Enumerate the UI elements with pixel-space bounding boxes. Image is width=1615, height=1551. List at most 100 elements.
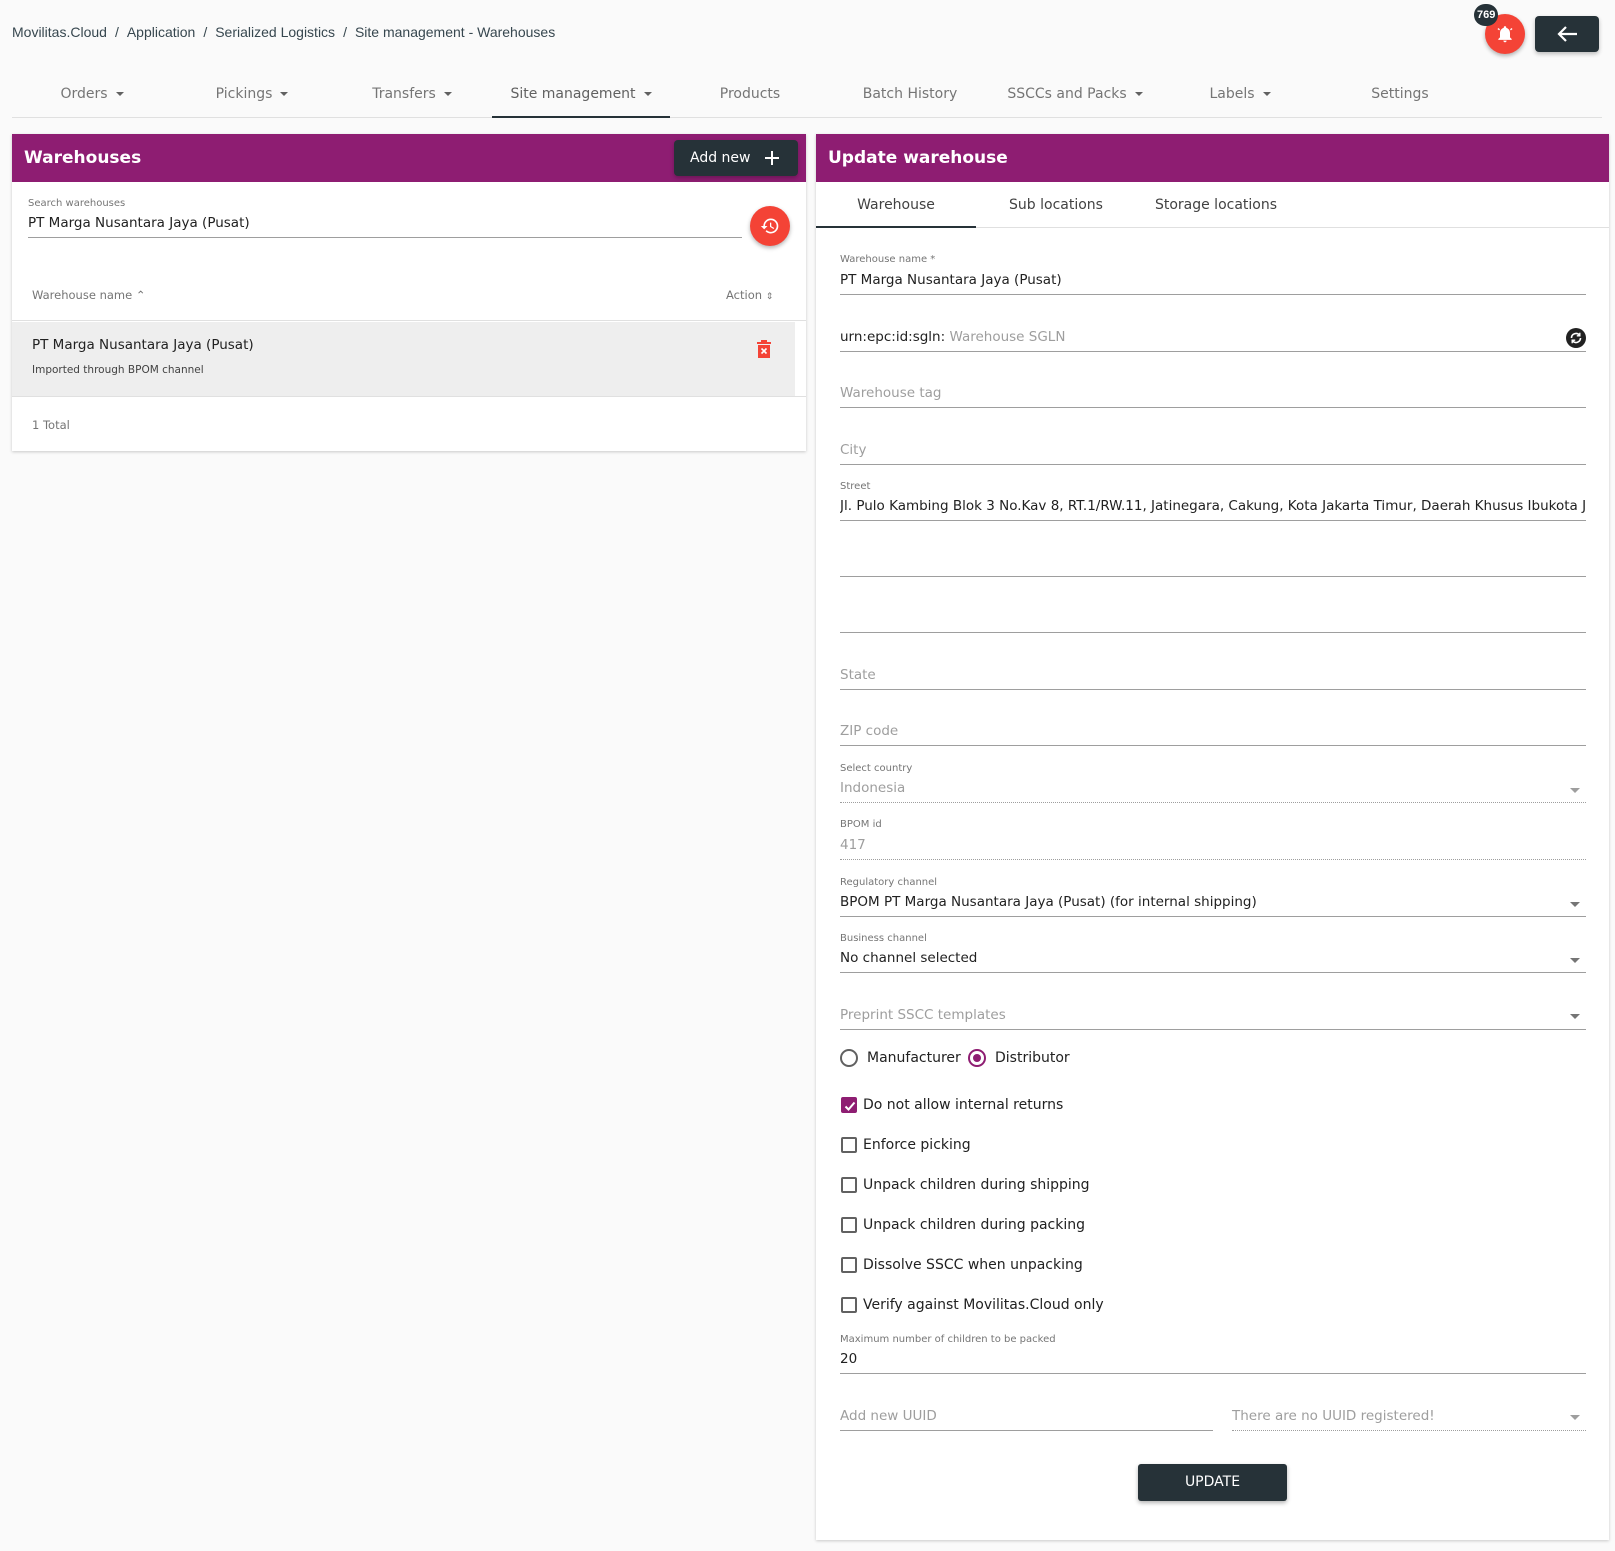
reset-search-button[interactable] <box>750 206 790 246</box>
tab-storage-locations[interactable]: Storage locations <box>1136 182 1296 228</box>
field-underline <box>840 972 1586 973</box>
chevron-down-icon <box>1570 788 1580 793</box>
field-underline <box>840 1430 1213 1431</box>
regulatory-channel-select[interactable]: BPOM PT Marga Nusantara Jaya (Pusat) (fo… <box>840 894 1560 910</box>
tab-pickings[interactable]: Pickings <box>172 76 332 118</box>
field-underline <box>1232 1430 1586 1431</box>
street-line-2[interactable] <box>840 576 1586 577</box>
add-new-button[interactable]: Add new <box>674 140 798 176</box>
field-underline <box>840 1029 1586 1030</box>
bell-icon <box>1497 26 1513 43</box>
chevron-down-icon[interactable] <box>1570 958 1580 963</box>
tab-orders[interactable]: Orders <box>12 76 172 118</box>
max-children-input[interactable]: 20 <box>840 1351 857 1367</box>
sync-icon[interactable] <box>1566 328 1586 348</box>
street-input[interactable]: Jl. Pulo Kambing Blok 3 No.Kav 8, RT.1/R… <box>840 498 1586 514</box>
warehouses-header: Warehouses Add new <box>12 134 806 182</box>
checkbox-label: Unpack children during packing <box>863 1217 1085 1233</box>
column-header-warehouse-name[interactable]: Warehouse name ⌃ <box>32 288 145 302</box>
search-underline <box>28 237 742 238</box>
field-underline <box>840 745 1586 746</box>
checkbox-enforce-picking[interactable] <box>841 1137 857 1153</box>
delete-icon[interactable] <box>757 340 771 358</box>
tab-label: Transfers <box>372 86 436 102</box>
plus-icon <box>765 151 779 165</box>
sgln-input[interactable]: urn:epc:id:sgln: Warehouse SGLN <box>840 329 1065 345</box>
row-divider <box>12 396 806 397</box>
radio-distributor[interactable] <box>968 1049 986 1067</box>
caret-down-icon <box>443 92 452 96</box>
country-select: Indonesia <box>840 780 906 796</box>
tab-products[interactable]: Products <box>670 76 830 118</box>
tab-ssccs-and-packs[interactable]: SSCCs and Packs <box>990 76 1160 118</box>
breadcrumb-item-application[interactable]: Application <box>127 24 196 40</box>
breadcrumb-item-current: Site management - Warehouses <box>354 24 556 40</box>
street-line-3[interactable] <box>840 632 1586 633</box>
add-new-label: Add new <box>690 150 751 166</box>
tab-transfers[interactable]: Transfers <box>332 76 492 118</box>
tab-label: Site management <box>510 86 636 102</box>
back-button[interactable] <box>1535 16 1599 52</box>
column-label: Action <box>726 288 763 302</box>
bpom-id-input: 417 <box>840 837 866 853</box>
caret-down-icon <box>1262 92 1271 96</box>
business-channel-label: Business channel <box>840 933 927 944</box>
field-underline <box>840 802 1586 803</box>
history-icon <box>760 218 779 234</box>
checkbox-no-internal-returns[interactable] <box>841 1097 857 1113</box>
tab-label: Labels <box>1209 86 1255 102</box>
warehouse-name-label: Warehouse name * <box>840 254 936 265</box>
warehouse-tag-input[interactable]: Warehouse tag <box>840 385 941 401</box>
table-row[interactable]: PT Marga Nusantara Jaya (Pusat) Imported… <box>12 322 795 396</box>
field-underline <box>840 859 1586 860</box>
caret-down-icon <box>280 92 289 96</box>
uuid-input[interactable]: Add new UUID <box>840 1408 937 1424</box>
tab-label: Products <box>719 86 781 102</box>
checkbox-unpack-shipping[interactable] <box>841 1177 857 1193</box>
tab-sub-locations[interactable]: Sub locations <box>976 182 1136 228</box>
tab-label: Batch History <box>862 86 958 102</box>
field-underline <box>840 520 1586 521</box>
tab-labels[interactable]: Labels <box>1160 76 1320 118</box>
checkbox-dissolve-sscc[interactable] <box>841 1257 857 1273</box>
column-header-action[interactable]: Action ⇕ <box>726 288 773 302</box>
arrow-left-icon <box>1557 26 1577 42</box>
preprint-sscc-select[interactable]: Preprint SSCC templates <box>840 1007 1006 1023</box>
breadcrumb: Movilitas.Cloud / Application / Serialized L… <box>12 24 556 40</box>
checkbox-label: Dissolve SSCC when unpacking <box>863 1257 1083 1273</box>
radio-manufacturer[interactable] <box>840 1049 858 1067</box>
checkbox-label: Unpack children during shipping <box>863 1177 1090 1193</box>
notification-count-badge: 769 <box>1474 4 1499 26</box>
field-underline <box>840 689 1586 690</box>
sgln-placeholder: Warehouse SGLN <box>949 329 1066 345</box>
field-underline <box>840 916 1586 917</box>
panel-title: Warehouses <box>24 148 142 168</box>
tab-warehouse[interactable]: Warehouse <box>816 182 976 228</box>
business-channel-select[interactable]: No channel selected <box>840 950 977 966</box>
search-label: Search warehouses <box>28 198 126 209</box>
tab-site-management[interactable]: Site management <box>492 76 670 118</box>
field-underline <box>840 407 1586 408</box>
checkbox-verify-movilitas[interactable] <box>841 1297 857 1313</box>
checkbox-unpack-packing[interactable] <box>841 1217 857 1233</box>
field-underline <box>840 351 1586 352</box>
search-input[interactable]: PT Marga Nusantara Jaya (Pusat) <box>28 215 728 231</box>
chevron-down-icon[interactable] <box>1570 902 1580 907</box>
chevron-down-icon[interactable] <box>1570 1415 1580 1420</box>
chevron-down-icon[interactable] <box>1570 1014 1580 1019</box>
zip-input[interactable]: ZIP code <box>840 723 898 739</box>
city-input[interactable]: City <box>840 442 866 458</box>
country-label: Select country <box>840 763 913 774</box>
field-underline <box>840 464 1586 465</box>
state-input[interactable]: State <box>840 667 876 683</box>
breadcrumb-item-serialized-logistics[interactable]: Serialized Logistics <box>215 24 335 40</box>
caret-down-icon <box>115 92 124 96</box>
uuid-select[interactable]: There are no UUID registered! <box>1232 1408 1435 1424</box>
tab-batch-history[interactable]: Batch History <box>830 76 990 118</box>
breadcrumb-item-movilitas[interactable]: Movilitas.Cloud <box>12 24 107 40</box>
tab-settings[interactable]: Settings <box>1320 76 1480 118</box>
update-button[interactable]: UPDATE <box>1138 1464 1287 1501</box>
update-warehouse-panel: Update warehouse Warehouse Sub locations… <box>816 134 1609 1540</box>
warehouse-name-input[interactable]: PT Marga Nusantara Jaya (Pusat) <box>840 272 1580 288</box>
warehouse-row-name: PT Marga Nusantara Jaya (Pusat) <box>32 337 254 353</box>
